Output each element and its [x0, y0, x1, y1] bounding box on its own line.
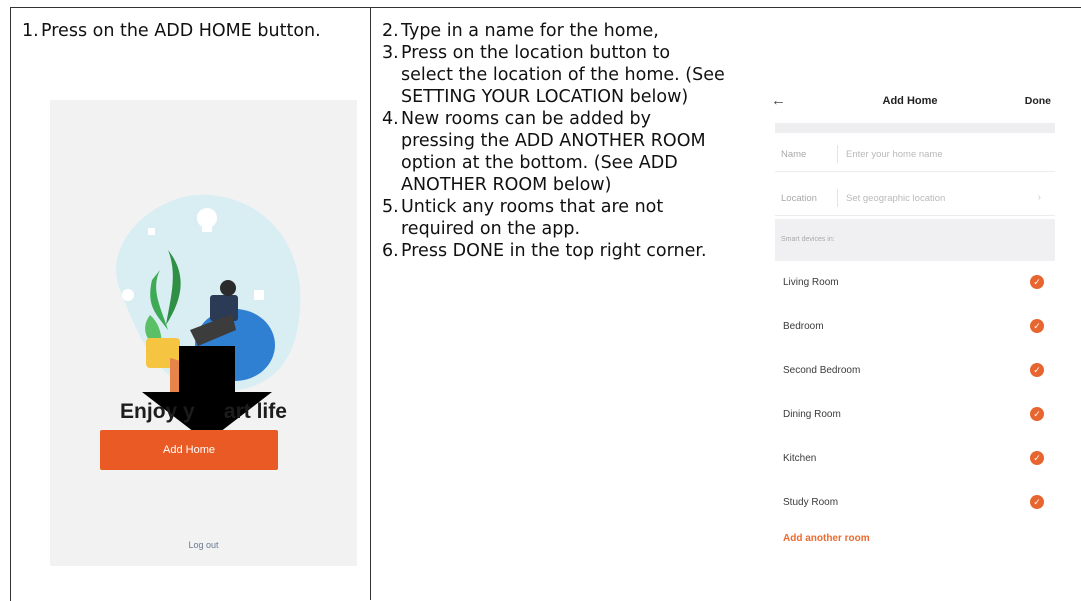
- checkmark-icon[interactable]: ✓: [1030, 495, 1044, 509]
- screen-title: Add Home: [882, 95, 938, 107]
- name-input[interactable]: Enter your home name: [846, 149, 943, 160]
- name-field[interactable]: Name Enter your home name: [775, 137, 1055, 172]
- add-another-room-link[interactable]: Add another room: [783, 533, 870, 544]
- instruction-list-column-1: 1. Press on the ADD HOME button.: [22, 20, 352, 42]
- rooms-section-header: Smart devices in:: [775, 219, 1055, 261]
- checkmark-icon[interactable]: ✓: [1030, 319, 1044, 333]
- section-separator: [775, 123, 1055, 133]
- checkmark-icon[interactable]: ✓: [1030, 407, 1044, 421]
- log-out-link[interactable]: Log out: [50, 540, 357, 550]
- room-row-living-room[interactable]: Living Room ✓: [775, 261, 1055, 305]
- room-label: Kitchen: [783, 453, 817, 464]
- instruction-step: 1. Press on the ADD HOME button.: [22, 20, 352, 42]
- step-text: Type in a name for the home,: [401, 21, 659, 41]
- step-text: Untick any rooms that are not required o…: [401, 197, 664, 239]
- rooms-header-label: Smart devices in:: [781, 236, 835, 243]
- field-divider: [837, 145, 838, 163]
- location-field[interactable]: Location Set geographic location ›: [775, 181, 1055, 216]
- step-number: 6.: [382, 241, 399, 261]
- app-screenshot-welcome: Enjoy y art life Add Home Log out: [50, 100, 357, 566]
- app-screenshot-add-home: ← Add Home Done Name Enter your home nam…: [765, 85, 1055, 565]
- room-row-study-room[interactable]: Study Room ✓: [775, 481, 1055, 525]
- room-label: Bedroom: [783, 321, 824, 332]
- instruction-step: 6. Press DONE in the top right corner.: [382, 240, 727, 262]
- room-row-bedroom[interactable]: Bedroom ✓: [775, 305, 1055, 349]
- step-number: 2.: [382, 21, 399, 41]
- add-home-button[interactable]: Add Home: [100, 430, 278, 470]
- column-divider: [370, 7, 371, 600]
- name-label: Name: [781, 149, 807, 160]
- step-number: 1.: [22, 21, 39, 41]
- instruction-step: 3. Press on the location button to selec…: [382, 42, 727, 108]
- room-label: Living Room: [783, 277, 839, 288]
- instruction-step: 4. New rooms can be added by pressing th…: [382, 108, 727, 196]
- step-number: 5.: [382, 197, 399, 217]
- location-input[interactable]: Set geographic location: [846, 193, 945, 204]
- step-number: 3.: [382, 43, 399, 63]
- instruction-step: 2. Type in a name for the home,: [382, 20, 727, 42]
- room-row-kitchen[interactable]: Kitchen ✓: [775, 437, 1055, 481]
- step-text: Press on the location button to select t…: [401, 43, 725, 107]
- done-button[interactable]: Done: [1025, 95, 1051, 107]
- room-label: Dining Room: [783, 409, 841, 420]
- checkmark-icon[interactable]: ✓: [1030, 363, 1044, 377]
- top-bar: ← Add Home Done: [765, 85, 1055, 123]
- room-label: Second Bedroom: [783, 365, 861, 376]
- checkmark-icon[interactable]: ✓: [1030, 451, 1044, 465]
- room-row-second-bedroom[interactable]: Second Bedroom ✓: [775, 349, 1055, 393]
- instruction-step: 5. Untick any rooms that are not require…: [382, 196, 727, 240]
- field-divider: [837, 189, 838, 207]
- chevron-right-icon: ›: [1037, 192, 1041, 203]
- welcome-tagline: Enjoy y art life: [120, 400, 287, 423]
- location-label: Location: [781, 193, 817, 204]
- step-text: Press on the ADD HOME button.: [41, 21, 321, 41]
- instruction-list-column-2: 2. Type in a name for the home, 3. Press…: [382, 20, 727, 262]
- arrow-down-icon: [142, 346, 272, 442]
- step-text: New rooms can be added by pressing the A…: [401, 109, 706, 195]
- step-text: Press DONE in the top right corner.: [401, 241, 707, 261]
- step-number: 4.: [382, 109, 399, 129]
- room-label: Study Room: [783, 497, 839, 508]
- checkmark-icon[interactable]: ✓: [1030, 275, 1044, 289]
- room-row-dining-room[interactable]: Dining Room ✓: [775, 393, 1055, 437]
